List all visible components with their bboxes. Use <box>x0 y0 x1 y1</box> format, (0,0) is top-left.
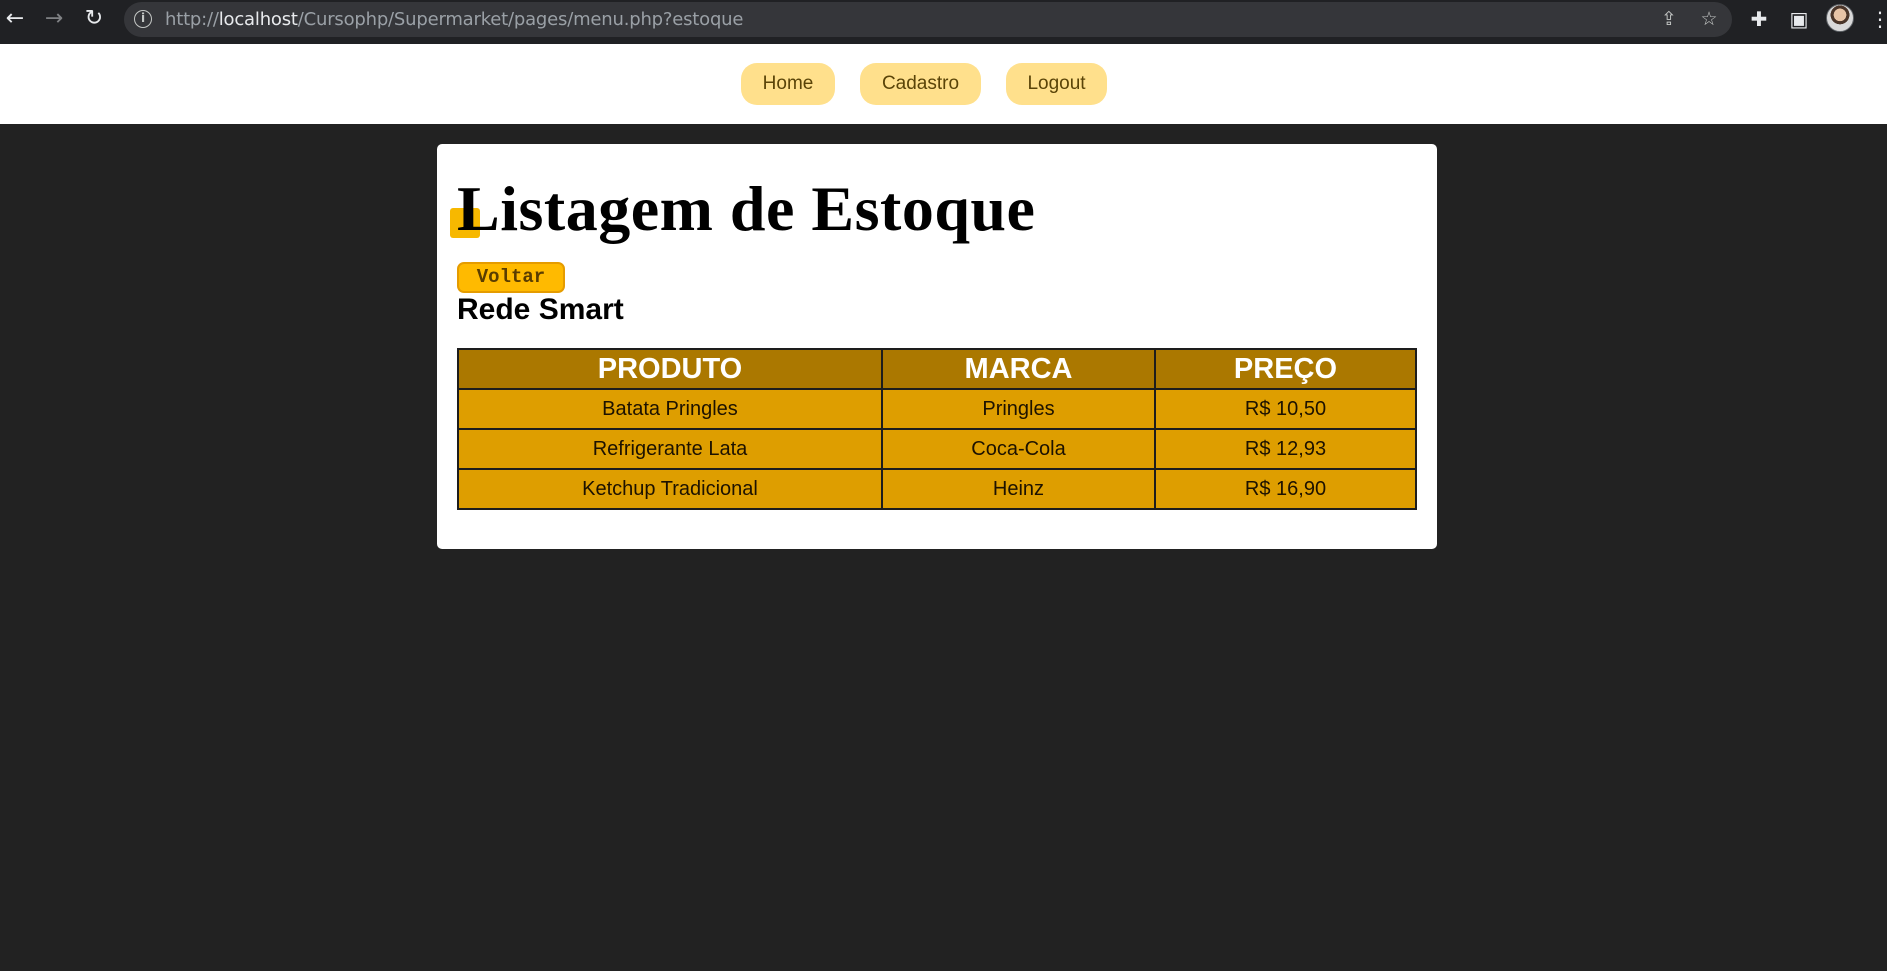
cell-marca: Heinz <box>881 468 1156 510</box>
extensions-icon[interactable]: ✚ <box>1746 6 1772 32</box>
column-header-produto: PRODUTO <box>457 348 883 390</box>
more-menu-icon[interactable]: ⋮ <box>1870 6 1887 32</box>
column-header-marca: MARCA <box>881 348 1156 390</box>
url-scheme: http:// <box>165 9 219 30</box>
cell-produto: Refrigerante Lata <box>457 428 883 470</box>
side-panel-icon[interactable]: ▣ <box>1786 6 1812 32</box>
reload-icon[interactable]: ↻ <box>81 6 107 32</box>
table-row: Batata Pringles Pringles R$ 10,50 <box>457 388 1417 430</box>
cell-preco: R$ 16,90 <box>1154 468 1417 510</box>
table-row: Ketchup Tradicional Heinz R$ 16,90 <box>457 468 1417 510</box>
cell-produto: Batata Pringles <box>457 388 883 430</box>
page-title: Listagem de Estoque <box>457 173 1036 244</box>
url-path: /Cursophp/Supermarket/pages/menu.php?est… <box>297 9 744 30</box>
info-icon[interactable]: i <box>134 10 152 28</box>
profile-avatar[interactable] <box>1826 4 1854 32</box>
nav-logout-button[interactable]: Logout <box>1006 63 1107 105</box>
back-button[interactable]: Voltar <box>457 262 565 293</box>
cell-marca: Coca-Cola <box>881 428 1156 470</box>
stock-card: Listagem de Estoque Voltar Rede Smart PR… <box>437 144 1437 549</box>
stock-table: PRODUTO MARCA PREÇO Batata Pringles Prin… <box>457 348 1417 510</box>
site-header: Home Cadastro Logout <box>0 44 1887 124</box>
back-arrow-icon[interactable]: ← <box>2 6 28 32</box>
forward-arrow-icon[interactable]: → <box>41 6 67 32</box>
table-row: Refrigerante Lata Coca-Cola R$ 12,93 <box>457 428 1417 470</box>
table-header-row: PRODUTO MARCA PREÇO <box>457 348 1417 390</box>
browser-toolbar: ← → ↻ i http://localhost/Cursophp/Superm… <box>0 0 1887 44</box>
store-name: Rede Smart <box>457 293 624 326</box>
nav-home-button[interactable]: Home <box>741 63 835 105</box>
url-host: localhost <box>218 9 298 30</box>
cell-preco: R$ 10,50 <box>1154 388 1417 430</box>
cell-marca: Pringles <box>881 388 1156 430</box>
url-text[interactable]: http://localhost/Cursophp/Supermarket/pa… <box>165 9 743 30</box>
cell-produto: Ketchup Tradicional <box>457 468 883 510</box>
nav-cadastro-button[interactable]: Cadastro <box>860 63 981 105</box>
cell-preco: R$ 12,93 <box>1154 428 1417 470</box>
column-header-preco: PREÇO <box>1154 348 1417 390</box>
address-bar[interactable]: i http://localhost/Cursophp/Supermarket/… <box>124 2 1732 37</box>
star-icon[interactable]: ☆ <box>1697 7 1721 31</box>
share-icon[interactable]: ⇪ <box>1657 7 1681 31</box>
